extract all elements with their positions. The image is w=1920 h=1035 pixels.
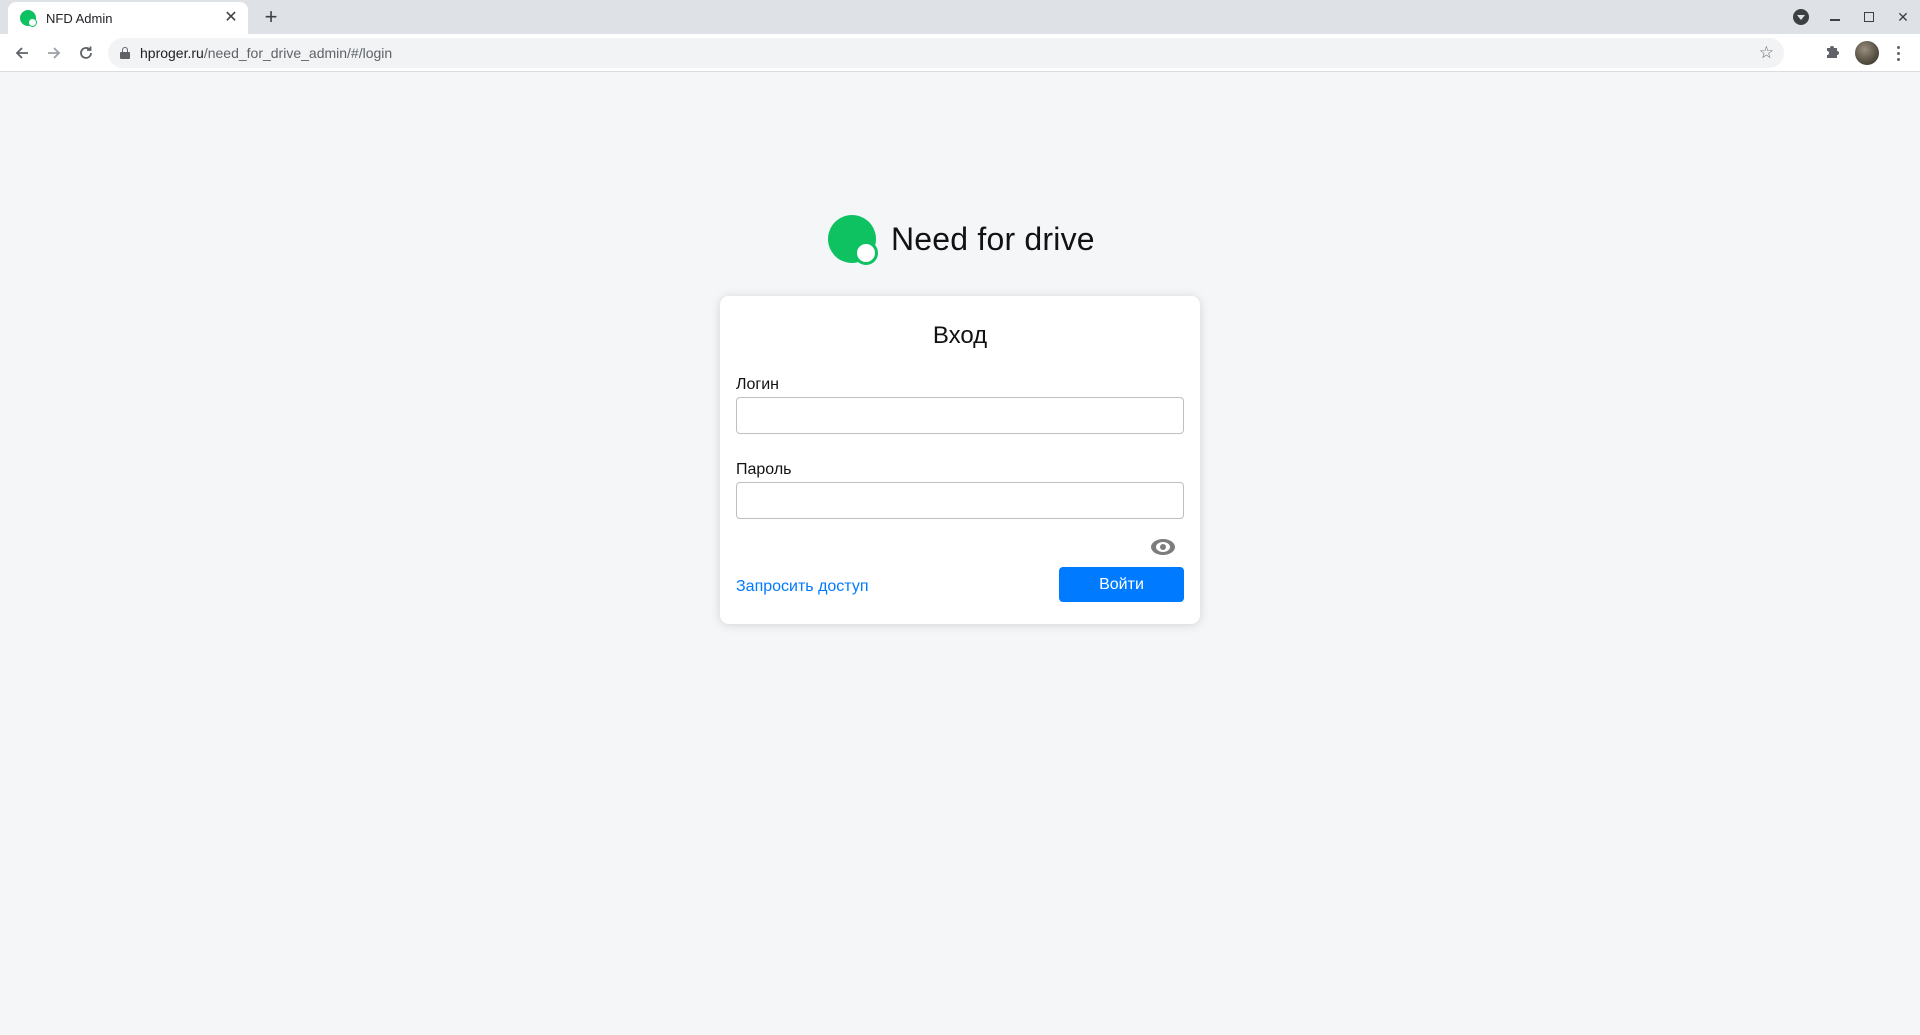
password-input[interactable] (736, 482, 1184, 519)
reload-button[interactable] (72, 39, 100, 67)
lock-icon[interactable] (120, 47, 130, 59)
close-icon: ✕ (1897, 8, 1909, 25)
brand-logo-icon (828, 215, 878, 265)
url-host: hproger.ru (140, 45, 204, 61)
tab-search-icon (1793, 9, 1809, 25)
restore-button[interactable] (1852, 0, 1886, 34)
forward-button[interactable] (40, 39, 68, 67)
address-bar[interactable]: hproger.ru/need_for_drive_admin/#/login … (108, 38, 1784, 68)
bookmark-star-icon[interactable]: ☆ (1759, 43, 1774, 63)
login-button[interactable]: Войти (1059, 567, 1184, 602)
browser-toolbar: hproger.ru/need_for_drive_admin/#/login … (0, 34, 1920, 72)
close-window-button[interactable]: ✕ (1886, 0, 1920, 34)
restore-icon (1864, 12, 1874, 22)
window-controls: ✕ (1784, 0, 1920, 34)
brand-header: Need for drive (828, 215, 1095, 265)
brand-name: Need for drive (891, 220, 1095, 257)
forward-arrow-icon (48, 47, 61, 59)
back-button[interactable] (8, 39, 36, 67)
show-password-eye-icon[interactable] (1150, 538, 1176, 556)
tab-close-icon[interactable]: ✕ (222, 9, 240, 27)
login-card: Вход Логин Пароль Запросить доступ Войти (720, 296, 1200, 624)
back-arrow-icon (15, 47, 28, 59)
login-title: Вход (932, 322, 988, 349)
browser-tab[interactable]: NFD Admin ✕ (8, 2, 248, 34)
kebab-menu-icon[interactable] (1888, 43, 1908, 63)
minimize-button[interactable] (1818, 0, 1852, 34)
profile-avatar[interactable] (1855, 41, 1879, 65)
url-path: /need_for_drive_admin/#/login (203, 45, 393, 61)
new-tab-button[interactable]: + (258, 4, 284, 30)
request-access-link[interactable]: Запросить доступ (736, 578, 868, 596)
login-page: Need for drive Вход Логин Пароль Запроси… (0, 72, 1920, 1035)
password-label: Пароль (736, 461, 792, 478)
favicon-icon (20, 10, 37, 27)
tab-title: NFD Admin (46, 10, 113, 26)
login-label: Логин (736, 376, 780, 393)
browser-tabstrip: NFD Admin ✕ + ✕ (0, 0, 1920, 34)
reload-icon (80, 46, 92, 59)
minimize-icon (1830, 19, 1840, 21)
extensions-puzzle-icon[interactable] (1822, 43, 1842, 63)
login-input[interactable] (736, 397, 1184, 434)
tab-search-button[interactable] (1784, 0, 1818, 34)
